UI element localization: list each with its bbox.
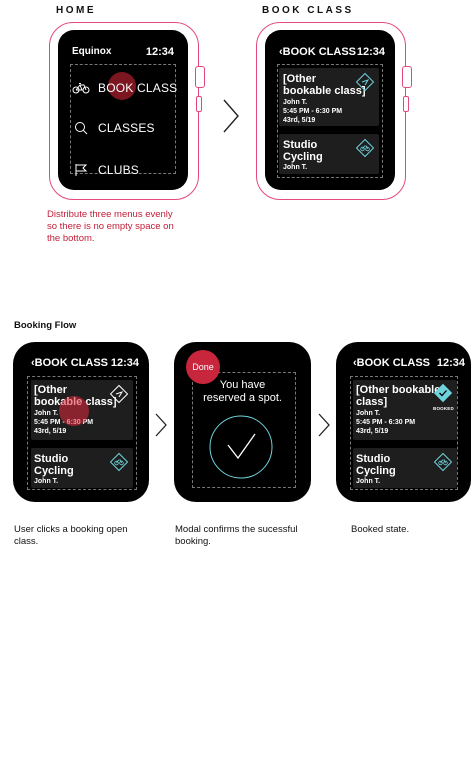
booked-check-icon: [433, 383, 453, 403]
message-line: reserved a spot.: [203, 392, 282, 404]
clock-time: 12:34: [110, 357, 139, 369]
class-title-line: bookable class]: [283, 85, 366, 97]
menu-item-label: CLASSES: [98, 121, 155, 135]
menu-item-book-class[interactable]: BOOK CLASS: [72, 81, 177, 95]
checkmark-circle-icon: [209, 415, 273, 479]
class-title-line: Studio: [34, 453, 69, 465]
screen-title: BOOK CLASS: [282, 46, 357, 58]
chevron-right-icon: [223, 99, 239, 133]
screen-header: ‹BOOK CLASS: [31, 357, 108, 369]
flow-screen-2: Done You have reserved a spot.: [174, 342, 311, 502]
home-section-label: HOME: [56, 5, 96, 16]
screen-title: BOOK CLASS: [356, 357, 431, 369]
class-time: 5:45 PM - 6:30 PM: [283, 108, 343, 115]
home-screen: Equinox 12:34 BOOK CLASS CLASSES CLUBS: [58, 30, 188, 190]
note-line: the bottom.: [47, 233, 95, 244]
screen-title: BOOK CLASS: [34, 357, 109, 369]
class-title-line: [Other bookable: [356, 384, 441, 396]
note-line: class.: [14, 536, 39, 547]
class-card[interactable]: Studio Cycling John T.: [279, 134, 379, 174]
menu-item-label: CLUBS: [98, 163, 140, 177]
note-line: so there is no empty space on: [47, 221, 174, 232]
class-instructor: John T.: [283, 164, 308, 171]
book-class-screen: ‹BOOK CLASS 12:34 [Other bookable class]…: [265, 30, 395, 190]
class-card[interactable]: Studio Cycling John T.: [353, 448, 457, 488]
screen-header: ‹BOOK CLASS: [353, 357, 430, 369]
chevron-right-icon: [155, 413, 167, 437]
booking-arrow-icon[interactable]: [355, 72, 375, 92]
brand-name: Equinox: [72, 46, 112, 57]
clock-time: 12:34: [356, 46, 385, 58]
note-line: Booked state.: [351, 524, 410, 535]
watch-crown[interactable]: [402, 66, 412, 88]
bicycle-diamond-icon[interactable]: [355, 138, 375, 158]
class-card[interactable]: [Other bookable class] John T. 5:45 PM -…: [279, 68, 379, 126]
menu-item-classes[interactable]: CLASSES: [74, 121, 155, 135]
class-card[interactable]: [Other bookable class] John T. 5:45 PM -…: [353, 380, 457, 440]
flag-icon: [75, 164, 88, 176]
note-line: User clicks a booking open: [14, 524, 128, 535]
class-title-line: [Other: [283, 73, 316, 85]
class-title-line: Studio: [283, 139, 318, 151]
bicycle-diamond-icon[interactable]: [433, 452, 453, 472]
class-location: 43rd, 5/19: [283, 117, 316, 124]
watch-side-button[interactable]: [403, 96, 409, 112]
flow-note-1: User clicks a booking open class.: [14, 524, 128, 548]
tap-indicator: [59, 396, 89, 426]
flow-screen-3: ‹BOOK CLASS 12:34 [Other bookable class]…: [336, 342, 471, 502]
class-title-line: Studio: [356, 453, 391, 465]
class-title-line: class]: [356, 396, 388, 408]
message-line: You have: [219, 379, 266, 391]
bicycle-icon: [72, 83, 90, 94]
class-instructor: John T.: [34, 410, 59, 417]
watch-crown[interactable]: [195, 66, 205, 88]
flow-note-3: Booked state.: [351, 524, 409, 536]
confirmation-message: You have reserved a spot.: [174, 379, 311, 405]
note-line: booking.: [175, 536, 211, 547]
note-line: Modal confirms the sucessful: [175, 524, 298, 535]
class-instructor: John T.: [356, 410, 381, 417]
search-icon: [75, 122, 88, 135]
class-card[interactable]: Studio Cycling John T.: [31, 448, 133, 488]
class-title-line: Cycling: [34, 465, 74, 477]
menu-item-clubs[interactable]: CLUBS: [74, 163, 139, 177]
class-location: 43rd, 5/19: [34, 428, 67, 435]
booking-arrow-icon[interactable]: [109, 384, 129, 404]
class-time: 5:45 PM - 6:30 PM: [356, 419, 416, 426]
flow-note-2: Modal confirms the sucessful booking.: [175, 524, 298, 548]
class-location: 43rd, 5/19: [356, 428, 389, 435]
class-instructor: John T.: [34, 478, 59, 485]
class-title-line: Cycling: [356, 465, 396, 477]
chevron-right-icon: [318, 413, 330, 437]
class-title-line: [Other: [34, 384, 67, 396]
screen-header: ‹BOOK CLASS: [279, 46, 356, 58]
class-title-line: Cycling: [283, 151, 323, 163]
note-line: Distribute three menus evenly: [47, 209, 173, 220]
bicycle-diamond-icon[interactable]: [109, 452, 129, 472]
flow-screen-1: ‹BOOK CLASS 12:34 [Other bookable class]…: [13, 342, 149, 502]
clock-time: 12:34: [145, 46, 174, 58]
menu-item-label: BOOK CLASS: [98, 81, 178, 95]
design-note: Distribute three menus evenly so there i…: [47, 209, 174, 245]
book-class-section-label: BOOK CLASS: [262, 5, 354, 16]
watch-side-button[interactable]: [196, 96, 202, 112]
class-instructor: John T.: [283, 99, 308, 106]
booked-badge: BOOKED: [433, 406, 454, 411]
class-instructor: John T.: [356, 478, 381, 485]
booking-flow-label: Booking Flow: [14, 320, 77, 331]
clock-time: 12:34: [436, 357, 465, 369]
